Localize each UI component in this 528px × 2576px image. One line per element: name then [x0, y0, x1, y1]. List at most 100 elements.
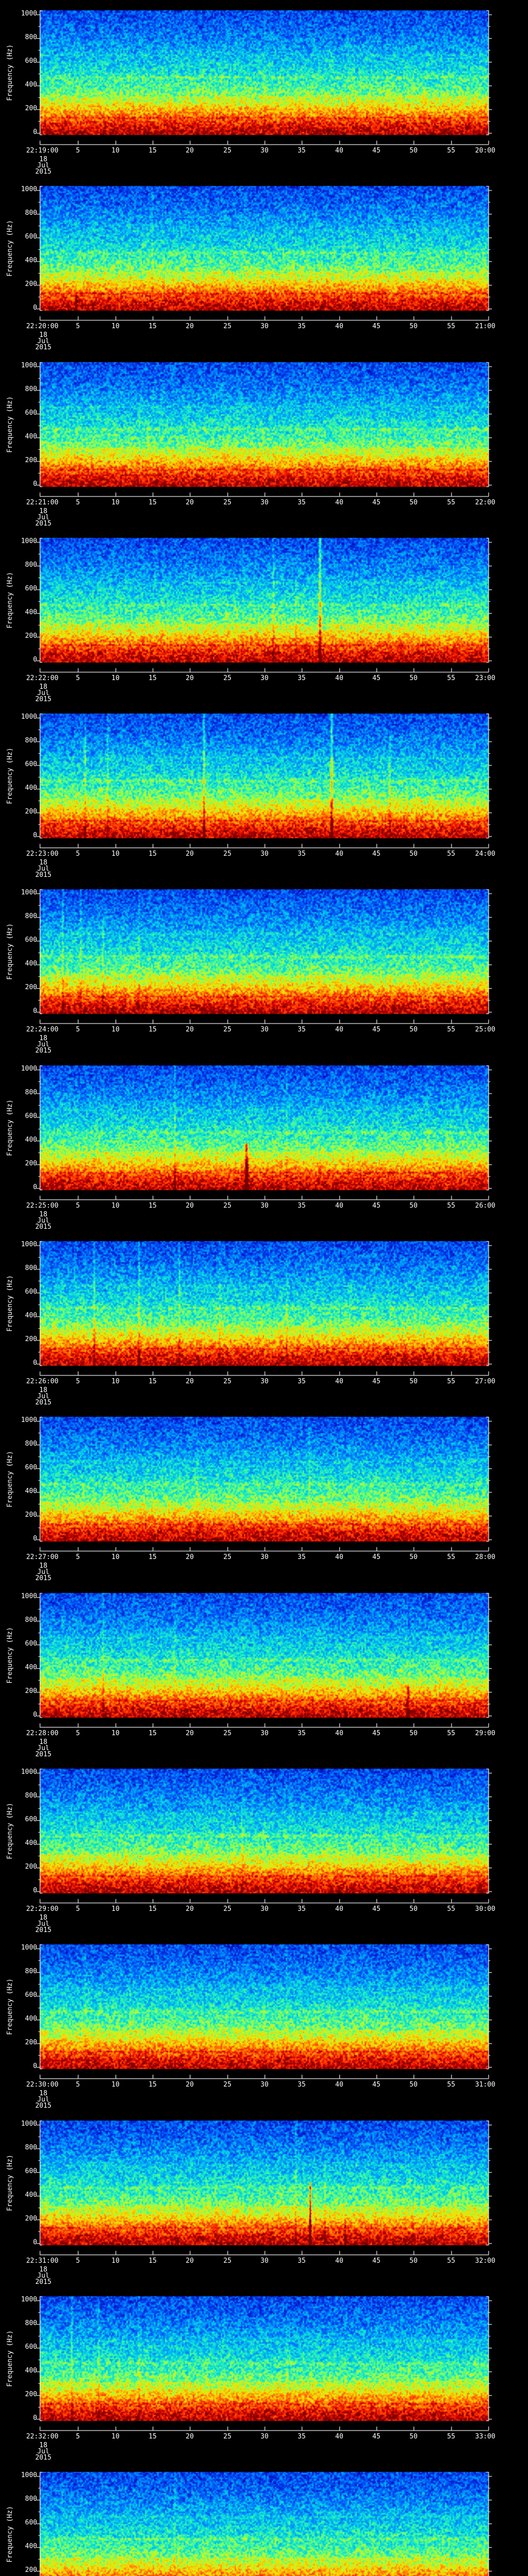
x-minute-tick-label: 45	[372, 499, 381, 506]
y-tick-label: 400	[25, 784, 37, 792]
x-minute-tick-label: 20	[186, 1202, 194, 1210]
x-minute-tick-label: 55	[447, 674, 455, 682]
date-year-label: 2015	[35, 871, 52, 879]
x-minute-tick-label: 10	[111, 1378, 120, 1385]
x-axis-start-time-label: 22:21:00	[26, 499, 59, 506]
x-minute-tick-label: 10	[111, 499, 120, 506]
y-tick-label: 1000	[21, 889, 37, 896]
x-minute-tick-label: 35	[298, 147, 306, 155]
y-tick-label: 400	[25, 2191, 37, 2199]
y-tick-label: 600	[25, 409, 37, 417]
x-minute-tick-label: 25	[223, 850, 232, 858]
x-axis-end-time-label: 31:00	[475, 2081, 496, 2089]
x-minute-tick-label: 40	[335, 147, 343, 155]
x-minute-tick-label: 35	[298, 1730, 306, 1737]
x-minute-tick-label: 15	[148, 1730, 157, 1737]
x-minute-tick-label: 35	[298, 850, 306, 858]
y-tick-label: 200	[25, 2391, 37, 2398]
x-minute-tick-label: 15	[148, 850, 157, 858]
y-tick-label: 600	[25, 1640, 37, 1648]
y-tick-label: 800	[25, 1440, 37, 1448]
y-tick-label: 0	[33, 1183, 37, 1191]
x-minute-tick-label: 10	[111, 1905, 120, 1913]
x-minute-tick-label: 45	[372, 1202, 381, 1210]
y-tick-label: 1000	[21, 1944, 37, 1952]
y-tick-label: 200	[25, 2566, 37, 2574]
x-minute-tick-label: 55	[447, 2433, 455, 2441]
x-minute-tick-label: 5	[76, 499, 80, 506]
x-minute-tick-label: 30	[260, 1202, 269, 1210]
y-tick-label: 1000	[21, 362, 37, 369]
x-axis-end-time-label: 26:00	[475, 1202, 496, 1210]
date-year-label: 2015	[35, 1399, 52, 1406]
y-tick-label: 1000	[21, 2296, 37, 2303]
x-minute-tick-label: 30	[260, 850, 269, 858]
x-minute-tick-label: 5	[76, 1730, 80, 1737]
x-minute-tick-label: 45	[372, 674, 381, 682]
y-tick-label: 600	[25, 1991, 37, 1999]
y-tick-label: 0	[33, 128, 37, 136]
x-minute-tick-label: 50	[409, 2433, 418, 2441]
x-minute-tick-label: 20	[186, 674, 194, 682]
x-minute-tick-label: 5	[76, 1378, 80, 1385]
spectrogram-panel: Frequency (Hz) 22:31:00 32:00 18 Jul 201…	[0, 2110, 528, 2286]
spectrogram-panel: Frequency (Hz) 22:26:00 27:00 18 Jul 201…	[0, 1231, 528, 1407]
x-minute-tick-label: 50	[409, 1730, 418, 1737]
x-minute-tick-label: 10	[111, 1202, 120, 1210]
y-tick-label: 200	[25, 1160, 37, 1167]
x-minute-tick-label: 40	[335, 2081, 343, 2089]
y-tick-label: 0	[33, 656, 37, 664]
x-minute-tick-label: 10	[111, 147, 120, 155]
x-minute-tick-label: 45	[372, 147, 381, 155]
x-minute-tick-label: 40	[335, 2257, 343, 2265]
x-minute-tick-label: 40	[335, 1026, 343, 1033]
x-minute-tick-label: 45	[372, 2081, 381, 2089]
x-minute-tick-label: 25	[223, 1730, 232, 1737]
y-axis-label: Frequency (Hz)	[6, 2330, 14, 2387]
y-tick-label: 200	[25, 105, 37, 112]
x-minute-tick-label: 55	[447, 1026, 455, 1033]
x-minute-tick-label: 50	[409, 2257, 418, 2265]
x-minute-tick-label: 10	[111, 2257, 120, 2265]
x-minute-tick-label: 40	[335, 323, 343, 330]
x-minute-tick-label: 35	[298, 2257, 306, 2265]
y-tick-label: 400	[25, 2367, 37, 2375]
x-axis-start-time-label: 22:28:00	[26, 1730, 59, 1737]
y-tick-label: 800	[25, 1264, 37, 1272]
y-tick-label: 600	[25, 585, 37, 592]
x-minute-tick-label: 20	[186, 2257, 194, 2265]
y-tick-label: 200	[25, 2039, 37, 2046]
y-tick-label: 0	[33, 832, 37, 839]
date-year-label: 2015	[35, 168, 52, 176]
x-axis-start-time-label: 22:24:00	[26, 1026, 59, 1033]
spectrogram-panel: Frequency (Hz) 22:27:00 28:00 18 Jul 201…	[0, 1406, 528, 1583]
x-minute-tick-label: 5	[76, 2257, 80, 2265]
x-minute-tick-label: 20	[186, 850, 194, 858]
y-tick-label: 0	[33, 2062, 37, 2070]
x-minute-tick-label: 40	[335, 1553, 343, 1561]
x-axis-end-time-label: 20:00	[475, 147, 496, 155]
y-axis-label: Frequency (Hz)	[6, 1803, 14, 1859]
x-minute-tick-label: 25	[223, 499, 232, 506]
x-minute-tick-label: 20	[186, 1730, 194, 1737]
y-tick-label: 600	[25, 1816, 37, 1823]
x-axis-start-time-label: 22:27:00	[26, 1553, 59, 1561]
y-tick-label: 800	[25, 1616, 37, 1624]
y-tick-label: 0	[33, 2239, 37, 2246]
y-tick-label: 800	[25, 737, 37, 744]
y-tick-label: 600	[25, 2519, 37, 2527]
y-tick-label: 400	[25, 1312, 37, 1319]
spectrogram-panel: Frequency (Hz) 22:22:00 23:00 18 Jul 201…	[0, 528, 528, 704]
x-minute-tick-label: 50	[409, 674, 418, 682]
x-minute-tick-label: 15	[148, 2257, 157, 2265]
spectrogram-panel: Frequency (Hz) 22:23:00 24:00 18 Jul 201…	[0, 703, 528, 879]
y-axis-label: Frequency (Hz)	[6, 1627, 14, 1684]
x-minute-tick-label: 55	[447, 1202, 455, 1210]
y-tick-label: 800	[25, 1968, 37, 1975]
x-minute-tick-label: 50	[409, 2081, 418, 2089]
date-year-label: 2015	[35, 2278, 52, 2286]
x-minute-tick-label: 55	[447, 850, 455, 858]
y-tick-label: 200	[25, 1335, 37, 1343]
x-minute-tick-label: 55	[447, 1553, 455, 1561]
y-tick-label: 0	[33, 480, 37, 488]
